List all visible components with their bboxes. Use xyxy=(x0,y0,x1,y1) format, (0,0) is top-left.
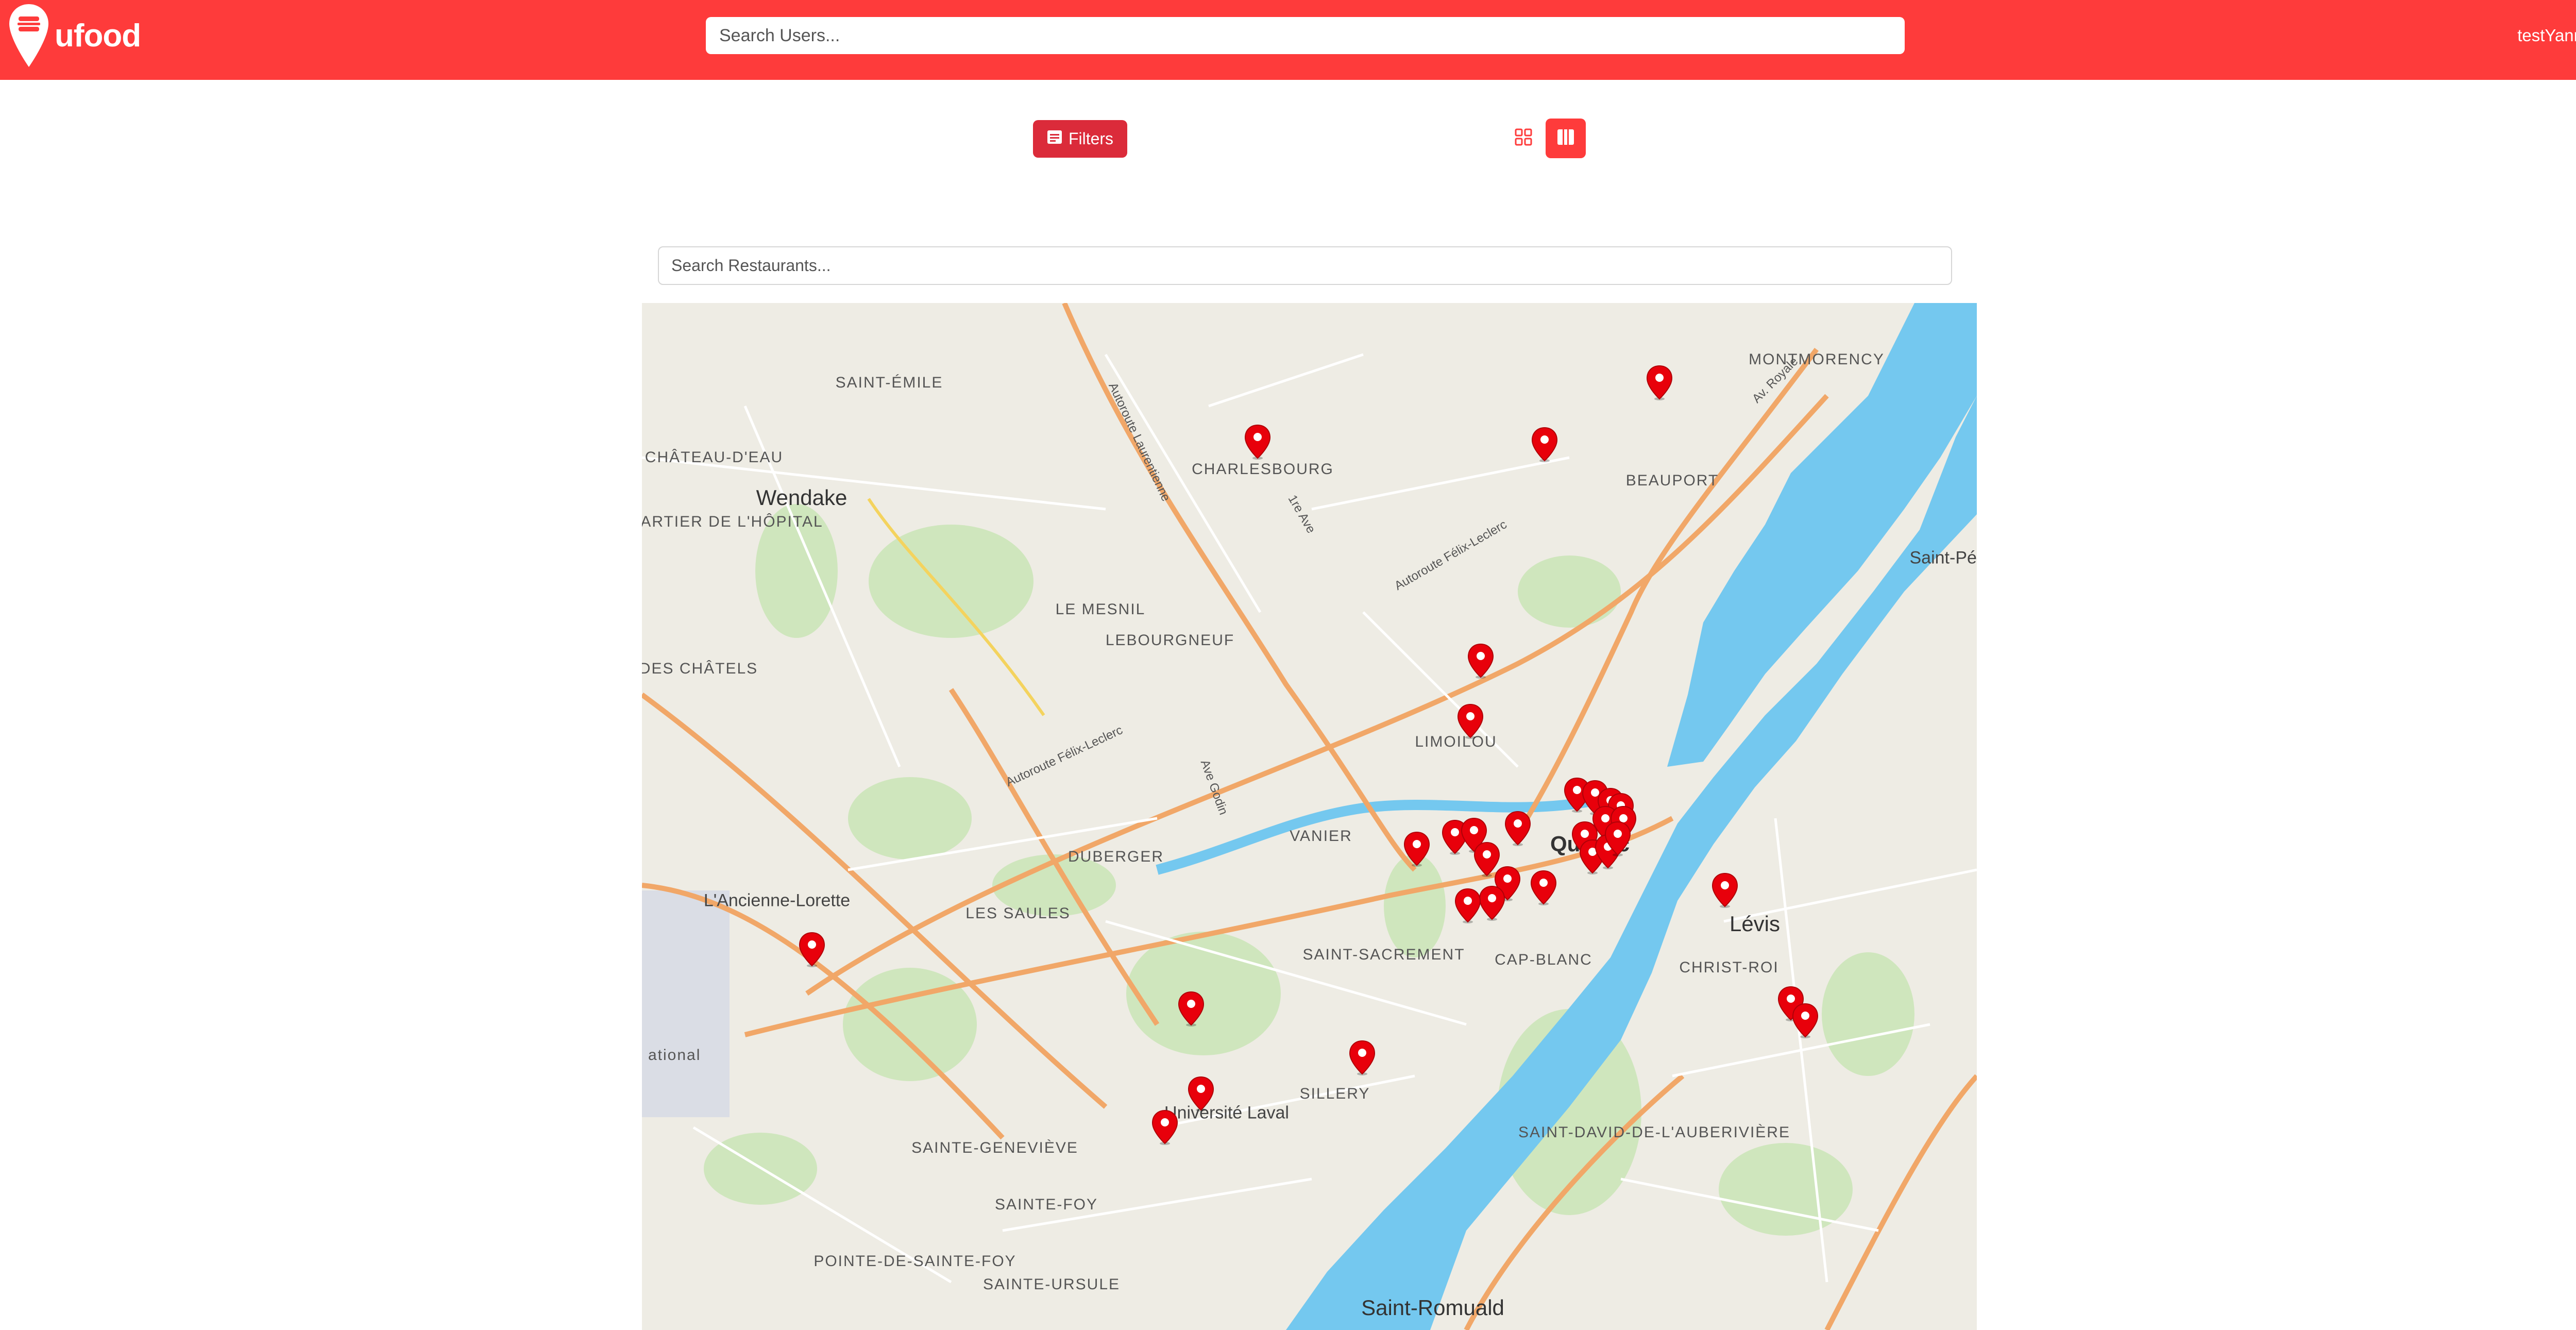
restaurant-marker[interactable] xyxy=(1792,1003,1819,1039)
place-label: SAINT-SACREMENT xyxy=(1302,946,1465,963)
place-label: QUARTIER DE L'HÔPITAL xyxy=(642,513,823,530)
location-pin-icon xyxy=(1178,991,1205,1026)
grid-view-button[interactable] xyxy=(1511,125,1536,151)
location-pin-icon xyxy=(1646,365,1673,400)
place-label: CHRIST-ROI xyxy=(1679,959,1779,976)
place-label: LE MESNIL xyxy=(1055,601,1146,618)
restaurant-marker[interactable] xyxy=(1467,643,1494,679)
filter-list-icon xyxy=(1047,129,1062,148)
place-label: SAINT-DAVID-DE-L'AUBERIVIÈRE xyxy=(1518,1124,1790,1141)
location-pin-logo-icon xyxy=(8,3,49,68)
restaurant-marker[interactable] xyxy=(1244,424,1271,460)
place-label: CHARLESBOURG xyxy=(1192,461,1334,478)
location-pin-icon xyxy=(799,932,825,967)
place-label: LES SAULES xyxy=(965,905,1071,922)
place-label: SAINTE-FOY xyxy=(994,1196,1098,1213)
username: testYann xyxy=(2517,26,2576,45)
location-pin-icon xyxy=(1711,872,1738,908)
grid-icon xyxy=(1515,128,1532,148)
place-label: Saint-Pétron xyxy=(1909,548,1977,568)
restaurant-marker[interactable] xyxy=(1604,821,1631,857)
map-tiles xyxy=(642,303,1977,1330)
place-label: CHÂTEAU-D'EAU xyxy=(645,449,784,466)
place-label: Lévis xyxy=(1729,912,1781,936)
restaurant-marker[interactable] xyxy=(1454,888,1481,924)
location-pin-icon xyxy=(1604,821,1631,856)
place-label: DUBERGER xyxy=(1067,848,1164,865)
location-pin-icon xyxy=(1188,1076,1214,1112)
place-label: MONTMORENCY xyxy=(1749,351,1885,368)
place-label: LIMOILOU xyxy=(1415,733,1497,750)
restaurant-marker[interactable] xyxy=(1504,811,1531,847)
place-label: CAP-BLANC xyxy=(1495,951,1592,968)
restaurant-map[interactable]: SAINT-ÉMILE CHÂTEAU-D'EAU Wendake QUARTI… xyxy=(642,303,1977,1330)
place-label: BEAUPORT xyxy=(1625,472,1719,489)
place-label: Wendake xyxy=(756,485,848,510)
location-pin-icon xyxy=(1454,888,1481,923)
place-label: L'Ancienne-Lorette xyxy=(703,890,851,911)
location-pin-icon xyxy=(1244,424,1271,460)
location-pin-icon xyxy=(1151,1109,1178,1145)
restaurant-marker[interactable] xyxy=(1188,1076,1214,1112)
restaurant-marker[interactable] xyxy=(1530,870,1557,906)
map-icon xyxy=(1556,128,1575,149)
restaurant-marker[interactable] xyxy=(1151,1109,1178,1146)
place-label: Université Laval xyxy=(1164,1103,1289,1123)
place-label: VANIER xyxy=(1290,828,1352,845)
user-menu[interactable]: testYann xyxy=(2516,23,2576,48)
location-pin-icon xyxy=(1531,427,1558,462)
location-pin-icon xyxy=(1479,885,1505,921)
restaurant-marker[interactable] xyxy=(1531,427,1558,463)
brand-name: ufood xyxy=(55,18,141,54)
location-pin-icon xyxy=(1349,1040,1376,1075)
filters-button[interactable]: Filters xyxy=(1033,120,1127,158)
location-pin-icon xyxy=(1530,870,1557,905)
place-label: Saint-Romuald xyxy=(1361,1295,1504,1320)
restaurant-marker[interactable] xyxy=(799,932,825,968)
place-label: SAINTE-GENEVIÈVE xyxy=(911,1139,1078,1156)
top-navbar: ufood testYann xyxy=(0,0,2576,80)
location-pin-icon xyxy=(1467,643,1494,679)
place-label: DES CHÂTELS xyxy=(642,660,758,677)
map-view-button[interactable] xyxy=(1546,119,1586,158)
place-label: SILLERY xyxy=(1299,1085,1370,1102)
place-label: ean ational xyxy=(642,1047,701,1064)
location-pin-icon xyxy=(1457,703,1484,739)
filters-label: Filters xyxy=(1068,129,1114,148)
place-label: LEBOURGNEUF xyxy=(1105,632,1235,649)
restaurant-marker[interactable] xyxy=(1403,831,1430,867)
restaurant-marker[interactable] xyxy=(1711,872,1738,908)
place-label: POINTE-DE-SAINTE-FOY xyxy=(814,1253,1016,1270)
restaurant-marker[interactable] xyxy=(1479,885,1505,921)
restaurant-marker[interactable] xyxy=(1457,703,1484,739)
place-label: SAINT-ÉMILE xyxy=(835,374,943,391)
location-pin-icon xyxy=(1403,831,1430,867)
location-pin-icon xyxy=(1792,1003,1819,1038)
restaurant-marker[interactable] xyxy=(1178,991,1205,1027)
location-pin-icon xyxy=(1504,811,1531,846)
place-label: SAINTE-URSULE xyxy=(982,1276,1121,1293)
user-search-input[interactable] xyxy=(706,17,1905,54)
ufood-logo[interactable]: ufood xyxy=(8,3,141,68)
restaurant-marker[interactable] xyxy=(1646,365,1673,401)
restaurant-marker[interactable] xyxy=(1349,1040,1376,1076)
restaurant-search-input[interactable] xyxy=(658,246,1952,285)
